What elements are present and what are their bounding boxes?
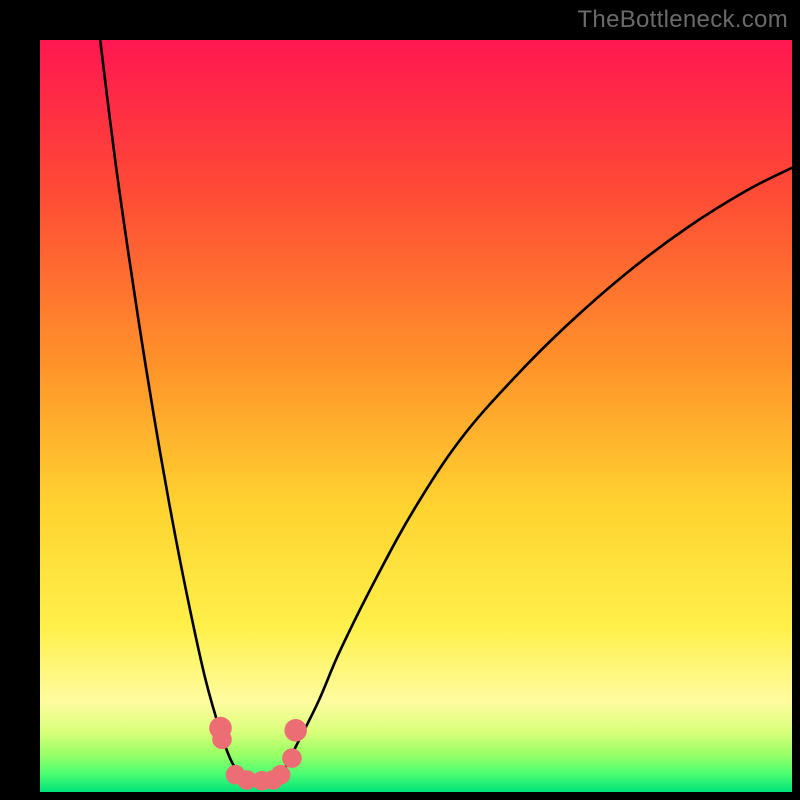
marker-group [209,717,307,791]
chart-root: TheBottleneck.com [0,0,800,800]
marker-point [284,719,307,742]
marker-point [212,730,232,750]
curve-right-branch [281,168,792,777]
marker-point [271,765,291,785]
marker-point [282,748,302,768]
plot-area [40,40,792,792]
curve-left-branch [100,40,243,777]
watermark-text: TheBottleneck.com [577,6,788,34]
curve-canvas [40,40,792,792]
series-group [100,40,792,781]
